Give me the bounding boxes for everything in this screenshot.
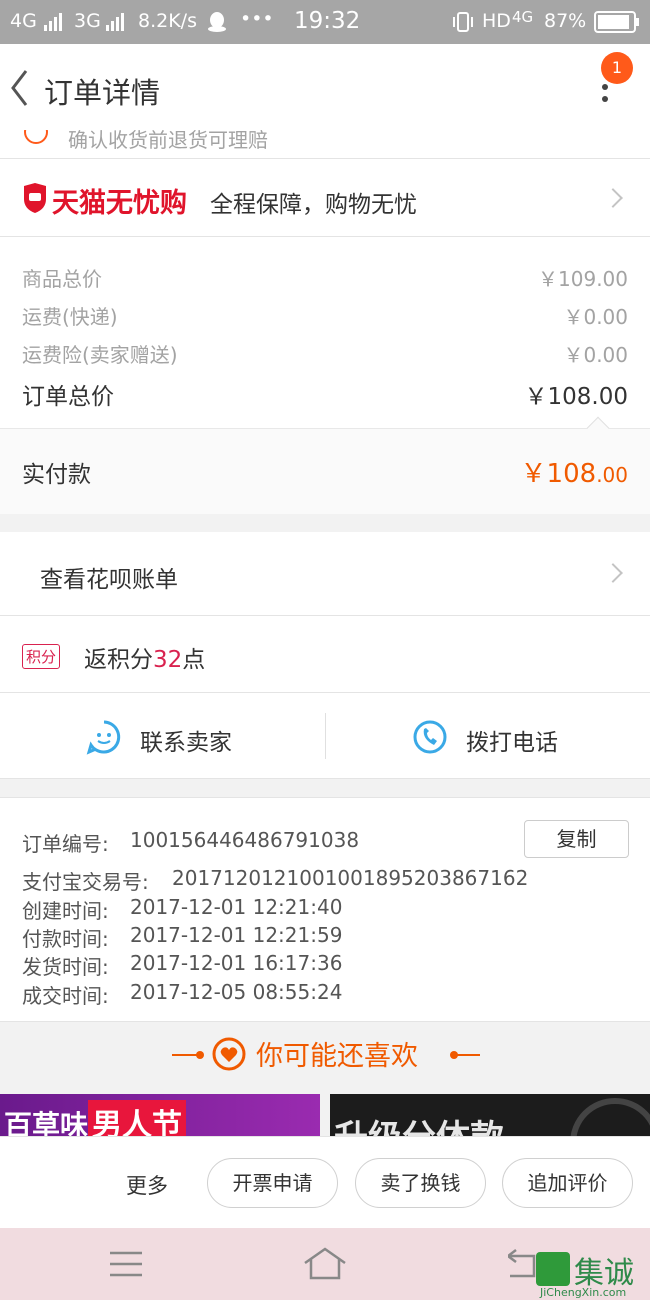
cost-value: ￥0.00	[563, 305, 628, 329]
cost-summary: 商品总价 ￥109.00 运费(快递) ￥0.00 运费险(卖家赠送) ￥0.0…	[0, 237, 650, 429]
watermark-sub: JiChengXin.com	[540, 1286, 627, 1299]
points-text: 返积分32点	[84, 640, 205, 674]
order-no-value: 100156446486791038	[130, 828, 360, 852]
vibrate-icon	[453, 12, 473, 32]
sell-button[interactable]: 卖了换钱	[355, 1158, 486, 1208]
tmall-brand: 天猫无忧购	[52, 188, 187, 219]
order-no-label: 订单编号:	[22, 832, 109, 856]
signal-icon-2	[106, 13, 124, 31]
points-tag: 积分	[22, 644, 61, 669]
contact-seller-button[interactable]: 联系卖家	[0, 693, 325, 779]
order-info: 订单编号: 100156446486791038 复制 支付宝交易号: 2017…	[0, 797, 650, 1022]
copy-button[interactable]: 复制	[524, 820, 629, 858]
alipay-label: 支付宝交易号:	[22, 870, 149, 894]
notification-badge: 1	[601, 52, 633, 84]
time-label: 创建时间:	[22, 899, 109, 923]
watermark-logo	[536, 1252, 570, 1286]
time-value: 2017-12-01 12:21:59	[130, 923, 343, 947]
protection-note: 确认收货前退货可理赔	[68, 130, 268, 152]
time-label: 付款时间:	[22, 927, 109, 951]
cost-label: 商品总价	[22, 267, 102, 291]
chevron-right-icon	[603, 563, 623, 583]
network-label-2: 3G	[74, 10, 101, 32]
banner1-promo: 男人节	[88, 1100, 186, 1138]
time-value: 2017-12-05 08:55:24	[130, 980, 343, 1004]
speaker-graphic	[570, 1098, 650, 1138]
deco-line	[456, 1054, 480, 1056]
cost-label: 运费(快递)	[22, 305, 118, 329]
network-label: 4G	[10, 10, 37, 32]
time-value: 2017-12-01 12:21:40	[130, 895, 343, 919]
clock: 19:32	[294, 8, 361, 34]
time-label: 成交时间:	[22, 984, 109, 1008]
recommend-header: 你可能还喜欢	[0, 1022, 650, 1088]
invoice-button[interactable]: 开票申请	[207, 1158, 338, 1208]
status-bar: 4G 3G 8.2K/s ••• 19:32 HD 4G 87%	[0, 0, 650, 44]
net-speed: 8.2K/s	[138, 10, 197, 32]
time-label: 发货时间:	[22, 955, 109, 979]
paid-row: 实付款 ￥108.00	[0, 416, 650, 514]
paid-dec: .00	[596, 463, 628, 487]
cost-value: ￥109.00	[538, 267, 628, 291]
call-phone-label: 拨打电话	[466, 730, 558, 756]
qq-icon	[208, 12, 226, 32]
back-icon[interactable]	[8, 68, 30, 108]
product-banner-2[interactable]: 升级分体款	[330, 1094, 650, 1138]
back-nav-icon[interactable]	[508, 1248, 538, 1278]
paid-label: 实付款	[22, 462, 91, 488]
points-num: 32	[153, 647, 183, 673]
chevron-right-icon	[603, 188, 623, 208]
tmall-slogan: 全程保障，购物无忧	[210, 192, 417, 218]
points-post: 点	[182, 647, 206, 673]
battery-percent: 87%	[544, 10, 587, 32]
points-row: 积分 返积分32点	[0, 616, 650, 693]
cost-label: 运费险(卖家赠送)	[22, 343, 178, 367]
product-banner-1[interactable]: 百草味 男人节	[0, 1094, 320, 1138]
header: 订单详情 1	[0, 44, 650, 130]
huabei-bill-row[interactable]: 查看花呗账单	[0, 532, 650, 616]
signal-icon	[44, 13, 62, 31]
huabei-label: 查看花呗账单	[40, 567, 178, 593]
cost-value: ￥0.00	[563, 343, 628, 367]
order-total-label: 订单总价	[22, 384, 114, 410]
contact-bar: 联系卖家 拨打电话	[0, 693, 650, 779]
recommend-title: 你可能还喜欢	[256, 1041, 418, 1072]
banner1-brand: 百草味	[4, 1109, 89, 1138]
phone-icon	[413, 720, 447, 754]
network-label-3: 4G	[512, 8, 534, 26]
home-icon[interactable]	[303, 1246, 347, 1280]
more-button[interactable]: 更多	[126, 1170, 168, 1200]
review-button[interactable]: 追加评价	[502, 1158, 633, 1208]
protection-note-row: 确认收货前退货可理赔	[0, 130, 650, 158]
deco-dot	[196, 1051, 204, 1059]
menu-icon[interactable]	[110, 1250, 142, 1278]
contact-seller-label: 联系卖家	[140, 730, 232, 756]
system-nav-bar: 集诚信 JiChengXin.com	[0, 1228, 650, 1300]
time-value: 2017-12-01 16:17:36	[130, 951, 343, 975]
banner2-text: 升级分体款	[334, 1118, 504, 1138]
heart-icon	[212, 1037, 246, 1071]
battery-icon	[594, 11, 639, 33]
call-phone-button[interactable]: 拨打电话	[326, 693, 650, 779]
points-pre: 返积分	[84, 647, 153, 673]
shield-icon	[24, 183, 46, 213]
paid-int: ￥108	[520, 459, 597, 489]
page-title: 订单详情	[44, 76, 161, 110]
paid-amount: ￥108.00	[521, 453, 628, 490]
alipay-value: 20171201210010018952038671​62	[172, 866, 529, 890]
more-dots: •••	[240, 8, 274, 30]
hd-label: HD	[482, 10, 511, 32]
chat-icon	[86, 720, 121, 755]
tmall-guarantee-row[interactable]: 天猫无忧购 全程保障，购物无忧	[0, 158, 650, 237]
order-total-value: ￥108.00	[524, 384, 628, 410]
orange-circle-icon	[24, 130, 48, 144]
